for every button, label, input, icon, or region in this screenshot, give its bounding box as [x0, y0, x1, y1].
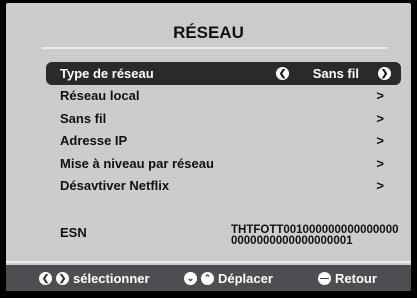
network-settings-screen: RÉSEAU Type de réseau ❮ Sans fil ❯ Résea… — [6, 3, 411, 291]
esn-value: THTFOTT001000000000000000000000000000000… — [231, 224, 399, 247]
esn-section: ESN THTFOTT00100000000000000000000000000… — [60, 224, 401, 251]
menu-item-local-network[interactable]: Réseau local > — [46, 85, 401, 108]
menu-item-ip-address[interactable]: Adresse IP > — [46, 130, 401, 153]
hint-select: ❮ ❯ sélectionner — [39, 271, 150, 286]
chevron-right-icon: ❯ — [56, 271, 69, 285]
submenu-arrow-icon: > — [376, 178, 384, 194]
hint-select-label: sélectionner — [73, 270, 150, 286]
menu-item-network-upgrade[interactable]: Mise à niveau par réseau > — [46, 152, 401, 175]
menu-item-wireless[interactable]: Sans fil > — [46, 107, 401, 130]
submenu-arrow-icon: > — [376, 88, 384, 104]
footer-hints: ❮ ❯ sélectionner ⌄ ⌃ Déplacer — Retour — [6, 265, 411, 291]
divider-bottom — [6, 261, 411, 263]
menu-item-label: Sans fil — [60, 110, 107, 126]
page-title: RÉSEAU — [173, 23, 244, 42]
menu-item-label: Adresse IP — [60, 133, 128, 149]
network-type-value: Sans fil — [312, 65, 359, 81]
settings-menu: Type de réseau ❮ Sans fil ❯ Réseau local… — [46, 62, 401, 197]
menu-item-network-type[interactable]: Type de réseau ❮ Sans fil ❯ — [46, 62, 401, 85]
submenu-arrow-icon: > — [376, 110, 384, 126]
submenu-arrow-icon: > — [376, 133, 384, 149]
hint-back-label: Retour — [335, 270, 377, 286]
chevron-left-icon: ❮ — [39, 271, 52, 285]
chevron-up-icon: ⌃ — [201, 271, 214, 285]
back-icon: — — [318, 271, 331, 285]
menu-item-deactivate-netflix[interactable]: Désavtiver Netflix > — [46, 175, 401, 198]
hint-move: ⌄ ⌃ Déplacer — [184, 271, 273, 286]
menu-item-label: Désavtiver Netflix — [60, 178, 170, 194]
divider-top — [42, 47, 387, 49]
chevron-right-icon[interactable]: ❯ — [378, 66, 391, 80]
esn-label: ESN — [60, 225, 87, 240]
menu-item-label: Réseau local — [60, 88, 140, 104]
menu-item-label: Mise à niveau par réseau — [60, 155, 214, 171]
submenu-arrow-icon: > — [376, 155, 384, 171]
hint-back: — Retour — [318, 271, 377, 286]
hint-move-label: Déplacer — [218, 270, 273, 286]
chevron-left-icon[interactable]: ❮ — [276, 66, 289, 80]
chevron-down-icon: ⌄ — [184, 271, 197, 285]
